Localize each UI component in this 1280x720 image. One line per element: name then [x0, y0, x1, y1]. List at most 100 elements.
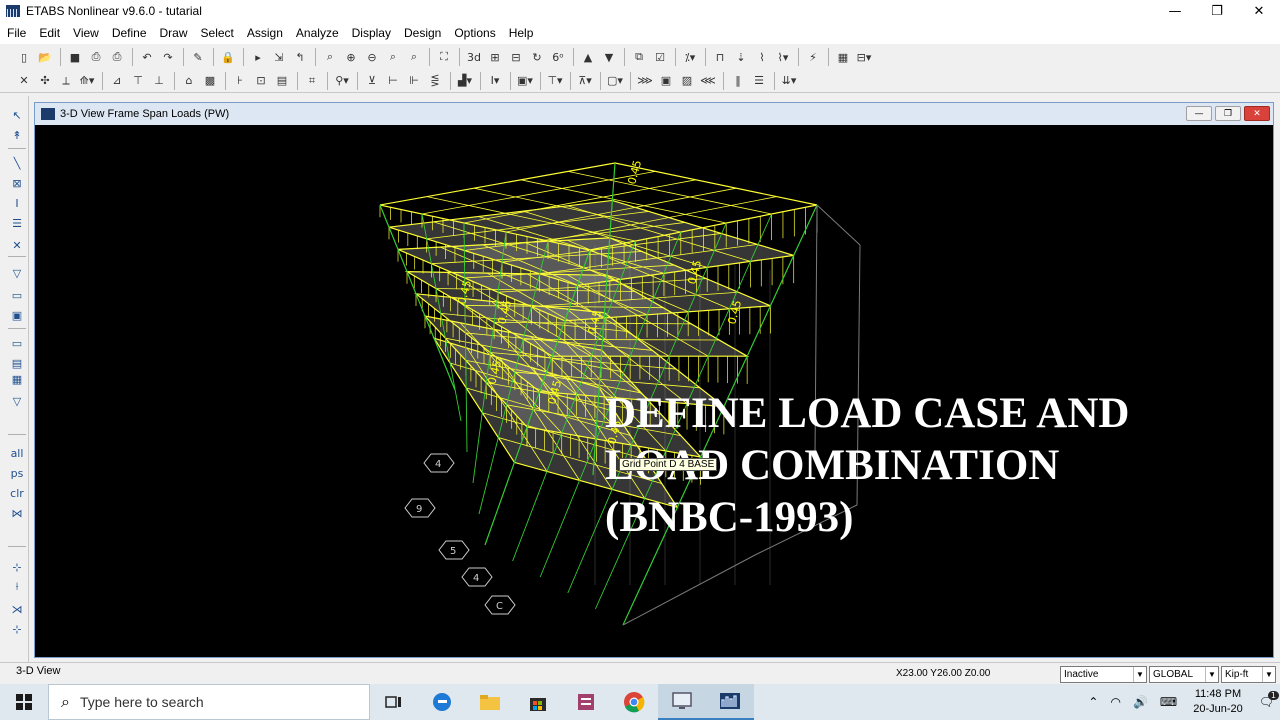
- reshape-object-icon[interactable]: ↟: [7, 126, 27, 144]
- monitor-app-button[interactable]: [658, 684, 706, 720]
- menu-draw[interactable]: Draw: [160, 26, 188, 40]
- snap-points-icon[interactable]: ✕: [14, 72, 34, 90]
- model-canvas[interactable]: 0.45 0.45 0.45 0.45 0.45 0.45 0.45 0.45 0.45 4 9 5 4…: [35, 125, 1273, 657]
- menu-file[interactable]: File: [7, 26, 26, 40]
- area-mesh-icon[interactable]: ▤: [272, 72, 292, 90]
- area-loads-dropdown-icon[interactable]: ▟▾: [455, 72, 475, 90]
- section-cut-dropdown-icon[interactable]: Ι▾: [485, 72, 505, 90]
- select-all-icon[interactable]: all: [7, 444, 27, 462]
- view-close-button[interactable]: ✕: [1244, 106, 1270, 121]
- task-view-button[interactable]: [370, 684, 418, 720]
- undo-icon[interactable]: ↶: [137, 48, 157, 66]
- frame-loads-icon[interactable]: ⊻: [362, 72, 382, 90]
- view-restore-button[interactable]: ❐: [1215, 106, 1241, 121]
- temperature-loads-icon[interactable]: ⋚: [425, 72, 445, 90]
- snap-dropdown-icon[interactable]: ⟰▾: [77, 72, 97, 90]
- zoom-previous-icon[interactable]: ↰: [290, 48, 310, 66]
- draw-column-icon[interactable]: Ⅰ: [7, 194, 27, 212]
- notifications-icon[interactable]: 🗨 1: [1259, 691, 1279, 709]
- move-up-icon[interactable]: ▲: [578, 48, 598, 66]
- network-icon[interactable]: ◠: [1110, 695, 1120, 709]
- elevation-view-icon[interactable]: ⊟: [506, 48, 526, 66]
- chrome-browser-button[interactable]: [610, 684, 658, 720]
- steel-joist-icon[interactable]: ⋙: [635, 72, 655, 90]
- menu-edit[interactable]: Edit: [39, 26, 60, 40]
- joint-loads-dropdown-icon[interactable]: ⚲▾: [332, 72, 352, 90]
- rubber-band-zoom-icon[interactable]: ⛶: [434, 48, 454, 66]
- snap-ends-icon[interactable]: ✣: [35, 72, 55, 90]
- show-forces-icon[interactable]: ⌇▾: [773, 48, 793, 66]
- menu-help[interactable]: Help: [509, 26, 534, 40]
- taskbar-search[interactable]: ⌕ Type here to search: [48, 684, 370, 720]
- draw-dimension-icon[interactable]: ▽: [7, 392, 27, 410]
- volume-icon[interactable]: 🔊: [1133, 695, 1148, 709]
- lock-model-icon[interactable]: 🔒: [218, 48, 238, 66]
- move-down-icon[interactable]: ▼: [599, 48, 619, 66]
- draw-area-icon[interactable]: ▽: [7, 264, 27, 282]
- menu-design[interactable]: Design: [404, 26, 441, 40]
- wall-icon[interactable]: ▩: [200, 72, 220, 90]
- diaphragm-icon[interactable]: ⌗: [302, 72, 322, 90]
- start-button[interactable]: [0, 684, 48, 720]
- draw-frame-region-icon[interactable]: ⊠: [7, 174, 27, 192]
- refresh-window-icon[interactable]: ✎: [188, 48, 208, 66]
- clear-selection-icon[interactable]: clr: [7, 484, 27, 502]
- draw-wall-icon[interactable]: ▭: [7, 334, 27, 352]
- column-design-dropdown-icon[interactable]: ⊼▾: [575, 72, 595, 90]
- snap-to-grid-icon[interactable]: ⊹: [7, 558, 27, 576]
- show-loads-icon[interactable]: ⇣: [731, 48, 751, 66]
- state-dropdown[interactable]: Inactive ▼: [1060, 666, 1147, 683]
- composite-design-dropdown-icon[interactable]: ▢▾: [605, 72, 625, 90]
- point-loads-icon[interactable]: ⊢: [383, 72, 403, 90]
- beams-layout-icon[interactable]: ☰: [749, 72, 769, 90]
- columns-layout-icon[interactable]: ‖: [728, 72, 748, 90]
- file-explorer-button[interactable]: [466, 684, 514, 720]
- snap-intersections-icon[interactable]: ⟂: [56, 72, 76, 90]
- frame-section-icon[interactable]: ⊿: [107, 72, 127, 90]
- print-icon[interactable]: ⎙: [86, 48, 106, 66]
- set-building-options-icon[interactable]: ☑: [650, 48, 670, 66]
- close-button[interactable]: ✕: [1238, 0, 1280, 22]
- zoom-out-icon[interactable]: ⊖: [362, 48, 382, 66]
- 3d-view-icon[interactable]: 3d: [464, 48, 484, 66]
- show-undeformed-icon[interactable]: ⊓: [710, 48, 730, 66]
- run-analysis-icon[interactable]: ▸: [248, 48, 268, 66]
- select-pointer-icon[interactable]: ↖: [7, 106, 27, 124]
- store-button[interactable]: [514, 684, 562, 720]
- slab-design-icon[interactable]: ▨: [677, 72, 697, 90]
- plan-view-icon[interactable]: ⊞: [485, 48, 505, 66]
- draw-brace-icon[interactable]: ✕: [7, 236, 27, 254]
- draw-walls-grid-icon[interactable]: ▦: [7, 370, 27, 388]
- menu-options[interactable]: Options: [454, 26, 495, 40]
- perspective-toggle-icon[interactable]: 6ᵒ: [548, 48, 568, 66]
- new-model-icon[interactable]: ▯: [14, 48, 34, 66]
- pointer-icon[interactable]: ⇲: [269, 48, 289, 66]
- snap-to-points-icon[interactable]: ⟊: [7, 578, 27, 596]
- coord-system-dropdown[interactable]: GLOBAL ▼: [1149, 666, 1219, 683]
- snap-perpendicular-icon[interactable]: ⊹: [7, 620, 27, 638]
- print-table-icon[interactable]: ⎙: [107, 48, 127, 66]
- pan-icon[interactable]: ⌕: [404, 48, 424, 66]
- intersecting-line-icon[interactable]: ⋈: [7, 504, 27, 522]
- previous-selection-icon[interactable]: ps: [7, 464, 27, 482]
- display-options-dropdown-icon[interactable]: ▣▾: [515, 72, 535, 90]
- menu-assign[interactable]: Assign: [247, 26, 283, 40]
- menu-analyze[interactable]: Analyze: [296, 26, 339, 40]
- object-shrink-icon[interactable]: ⧉: [629, 48, 649, 66]
- units-dropdown[interactable]: Kip-ft ▼: [1221, 666, 1276, 683]
- draw-line-icon[interactable]: ╲: [7, 154, 27, 172]
- composite-beam-icon[interactable]: ⋘: [698, 72, 718, 90]
- design-lightning-icon[interactable]: ⚡: [803, 48, 823, 66]
- draw-rectangular-area-icon[interactable]: ▭: [7, 286, 27, 304]
- area-section-icon[interactable]: ⌂: [179, 72, 199, 90]
- show-deformed-icon[interactable]: ⌇: [752, 48, 772, 66]
- shear-wall-design-icon[interactable]: ▣: [656, 72, 676, 90]
- output-dropdown-icon[interactable]: ⊟▾: [854, 48, 874, 66]
- app-launcher-button[interactable]: [562, 684, 610, 720]
- beam-design-dropdown-icon[interactable]: ⊤▾: [545, 72, 565, 90]
- snap-to-intersections-icon[interactable]: ⋊: [7, 600, 27, 618]
- menu-view[interactable]: View: [73, 26, 99, 40]
- frame-release-icon[interactable]: ⊤: [128, 72, 148, 90]
- analysis-options-dropdown-icon[interactable]: ⇊▾: [779, 72, 799, 90]
- edge-browser-button[interactable]: [418, 684, 466, 720]
